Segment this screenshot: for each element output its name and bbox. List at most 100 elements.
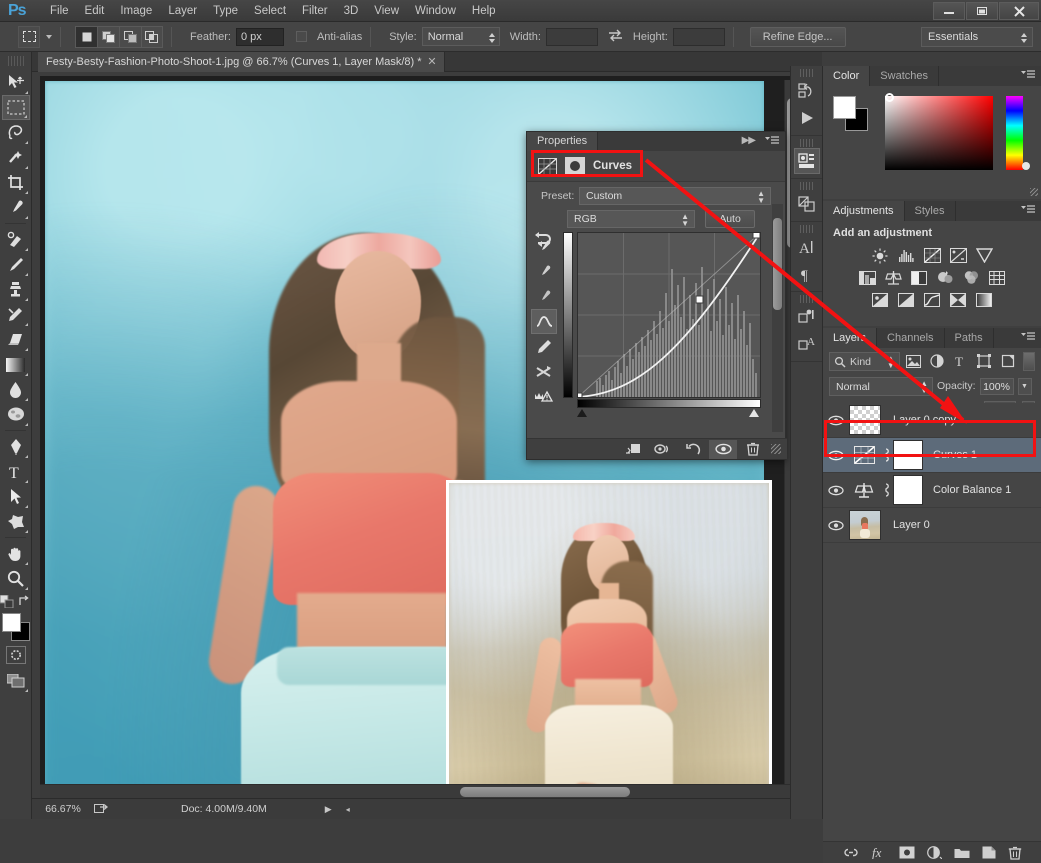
zoom-tool[interactable] <box>2 566 30 591</box>
layer-mask-thumbnail[interactable] <box>893 440 923 470</box>
foreground-color-swatch[interactable] <box>1 613 21 632</box>
double-arrow-icon[interactable]: ▶▶ <box>742 135 756 146</box>
layer-mask-thumbnail[interactable] <box>893 475 923 505</box>
rail-grip[interactable] <box>799 69 814 77</box>
history-brush-tool[interactable] <box>2 302 30 327</box>
tab-layers[interactable]: Layers <box>823 328 878 348</box>
layer-name[interactable]: Color Balance 1 <box>933 484 1011 496</box>
opacity-input[interactable]: 100% <box>979 377 1014 395</box>
filter-smart-object-icon[interactable] <box>998 352 1018 371</box>
curves-icon[interactable] <box>921 246 943 265</box>
auto-button[interactable]: Auto <box>705 210 755 228</box>
adjustments-panel-tabs[interactable]: Adjustments Styles <box>823 201 1041 221</box>
delete-adjustment-layer-button[interactable] <box>739 440 767 459</box>
add-layer-mask-icon[interactable] <box>899 846 915 859</box>
chevron-updown-icon[interactable]: ▲ ▼ <box>757 190 765 205</box>
tab-paths[interactable]: Paths <box>945 328 994 348</box>
dodge-tool[interactable] <box>2 402 30 427</box>
invert-icon[interactable] <box>869 290 891 309</box>
layer-name[interactable]: Curves 1 <box>933 449 977 461</box>
close-button[interactable] <box>999 2 1039 20</box>
color-field-marker[interactable] <box>885 93 894 102</box>
default-colors-icon[interactable] <box>0 595 14 608</box>
refine-edge-button[interactable]: Refine Edge... <box>749 26 846 47</box>
feather-input[interactable]: 0 px <box>235 27 284 46</box>
width-input[interactable] <box>545 27 598 46</box>
foreground-background-color[interactable] <box>1 612 31 642</box>
white-point-slider[interactable] <box>749 409 759 417</box>
swap-width-height-icon[interactable] <box>608 29 623 45</box>
adjustments-row-1[interactable] <box>823 246 1041 265</box>
document-tab[interactable]: Festy-Besty-Fashion-Photo-Shoot-1.jpg @ … <box>38 52 445 72</box>
properties-footer[interactable] <box>527 438 787 459</box>
quick-selection-tool[interactable] <box>2 145 30 170</box>
rail-grip[interactable] <box>799 295 814 303</box>
table-row[interactable]: Curves 1 <box>823 438 1041 473</box>
gradient-tool[interactable] <box>2 352 30 377</box>
resize-grip[interactable] <box>1030 188 1038 196</box>
delete-layer-icon[interactable] <box>1008 846 1022 860</box>
change-screen-mode-button[interactable] <box>2 668 30 693</box>
selection-mode-group[interactable] <box>75 25 163 48</box>
layer-thumbnail[interactable] <box>849 510 881 540</box>
layer-visibility-toggle[interactable] <box>823 520 849 531</box>
table-row[interactable]: Color Balance 1 <box>823 473 1041 508</box>
share-icon[interactable] <box>94 801 109 817</box>
hue-strip[interactable] <box>1006 96 1023 170</box>
intersect-selection-button[interactable] <box>141 25 163 48</box>
add-layer-style-icon[interactable]: fx <box>871 846 887 859</box>
smooth-curve-tool[interactable] <box>531 359 557 384</box>
window-controls[interactable] <box>933 2 1039 20</box>
filter-pixel-icon[interactable] <box>904 352 924 371</box>
zoom-level[interactable]: 66.67% <box>32 803 94 815</box>
pencil-draw-curve-tool[interactable] <box>531 334 557 359</box>
filter-type-icon[interactable]: T <box>951 352 971 371</box>
curves-plot[interactable] <box>578 233 760 397</box>
add-to-selection-button[interactable] <box>97 25 119 48</box>
panel-menu-icon[interactable] <box>1021 332 1035 345</box>
layer-visibility-toggle[interactable] <box>823 485 849 496</box>
curves-graph[interactable] <box>577 232 761 398</box>
filter-enable-toggle[interactable] <box>1023 351 1035 371</box>
clone-source-panel-icon[interactable] <box>794 191 820 217</box>
black-point-slider[interactable] <box>577 409 587 417</box>
properties-tab-row[interactable]: Properties ▶▶ <box>527 132 785 151</box>
history-panel-icon[interactable] <box>794 78 820 104</box>
status-left-icon[interactable]: ◂ <box>346 805 350 814</box>
reset-adjustment-button[interactable] <box>679 440 707 459</box>
color-lookup-icon[interactable] <box>986 268 1008 287</box>
menu-layer[interactable]: Layer <box>160 0 205 22</box>
path-selection-tool[interactable] <box>2 484 30 509</box>
opacity-chevron-down-icon[interactable]: ▼ <box>1017 377 1032 395</box>
blend-mode-select[interactable]: Normal ▲ ▼ <box>829 376 933 396</box>
minimize-button[interactable] <box>933 2 965 20</box>
curve-tools-column[interactable] <box>531 234 559 409</box>
layer-name[interactable]: Layer 0 <box>893 519 930 531</box>
preset-row[interactable]: Preset: Custom ▲ ▼ <box>527 182 785 205</box>
color-field[interactable] <box>885 96 993 170</box>
table-row[interactable]: Layer 0 <box>823 508 1041 543</box>
curves-adjustment-icon[interactable] <box>537 157 557 175</box>
canvas-horizontal-scrollbar[interactable] <box>40 784 798 798</box>
panel-menu-icon[interactable] <box>1021 70 1035 83</box>
properties-panel[interactable]: Properties ▶▶ Curves Preset: Custom ▲▼ <box>526 131 787 460</box>
toolbar-collapse-grip[interactable] <box>7 56 24 66</box>
layer-name[interactable]: Layer 0 copy <box>893 414 956 426</box>
rectangular-marquee-icon[interactable] <box>18 25 40 48</box>
lasso-tool[interactable] <box>2 120 30 145</box>
new-adjustment-layer-icon[interactable] <box>926 846 942 859</box>
gray-point-eyedropper[interactable] <box>531 284 557 309</box>
link-mask-icon[interactable] <box>879 483 893 497</box>
rail-grip[interactable] <box>799 225 814 233</box>
tab-swatches[interactable]: Swatches <box>870 66 939 86</box>
new-group-icon[interactable] <box>954 847 970 859</box>
filter-shape-icon[interactable] <box>974 352 994 371</box>
tab-adjustments[interactable]: Adjustments <box>823 201 905 221</box>
link-mask-icon[interactable] <box>879 448 893 462</box>
options-bar[interactable]: Feather: 0 px Anti-alias Style: Normal W… <box>0 22 1041 52</box>
menu-window[interactable]: Window <box>407 0 464 22</box>
adjustments-icons-area[interactable]: Add an adjustment <box>823 221 1041 326</box>
layer-thumbnail[interactable] <box>849 405 881 435</box>
levels-icon[interactable] <box>895 246 917 265</box>
properties-body[interactable]: Preset: Custom ▲ ▼ RGB ▲ ▼ Auto <box>527 181 785 441</box>
